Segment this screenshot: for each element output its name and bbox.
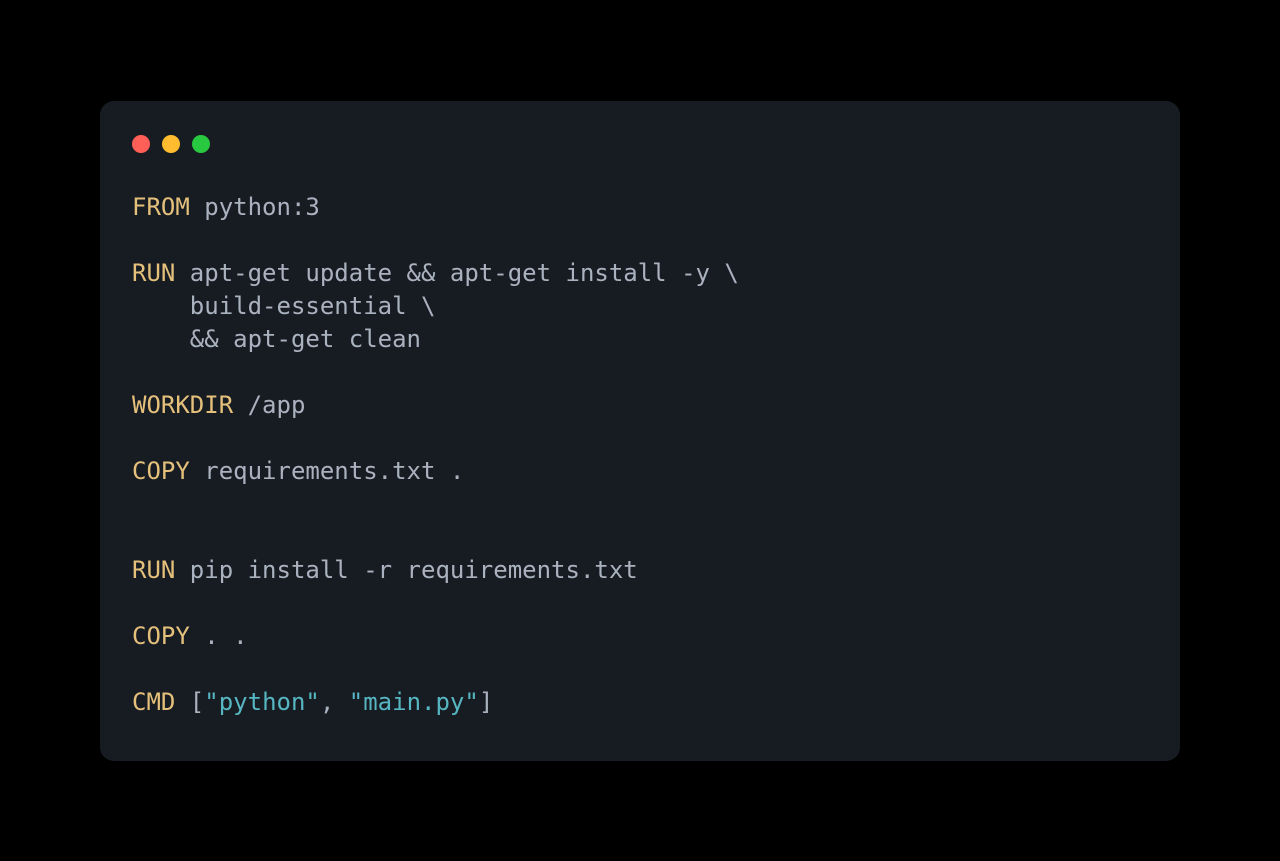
code-token: build-essential \ [132, 292, 435, 320]
code-token: CMD [132, 688, 175, 716]
code-content: FROM python:3 RUN apt-get update && apt-… [132, 191, 1148, 719]
code-token: RUN [132, 259, 175, 287]
window-controls [132, 135, 1148, 153]
code-token: FROM [132, 193, 190, 221]
code-token: ] [479, 688, 493, 716]
code-token: . . [190, 622, 248, 650]
code-token: [ [175, 688, 204, 716]
close-icon[interactable] [132, 135, 150, 153]
code-token: WORKDIR [132, 391, 233, 419]
code-token: RUN [132, 556, 175, 584]
code-token: "python" [204, 688, 320, 716]
code-token: "main.py" [349, 688, 479, 716]
code-token: apt-get update && apt-get install -y \ [175, 259, 739, 287]
code-token: python:3 [190, 193, 320, 221]
code-token: requirements.txt . [190, 457, 465, 485]
code-token: /app [233, 391, 305, 419]
maximize-icon[interactable] [192, 135, 210, 153]
code-token: pip install -r requirements.txt [175, 556, 637, 584]
code-token: && apt-get clean [132, 325, 421, 353]
code-token: COPY [132, 622, 190, 650]
code-window: FROM python:3 RUN apt-get update && apt-… [100, 101, 1180, 761]
minimize-icon[interactable] [162, 135, 180, 153]
code-token: COPY [132, 457, 190, 485]
code-token: , [320, 688, 349, 716]
